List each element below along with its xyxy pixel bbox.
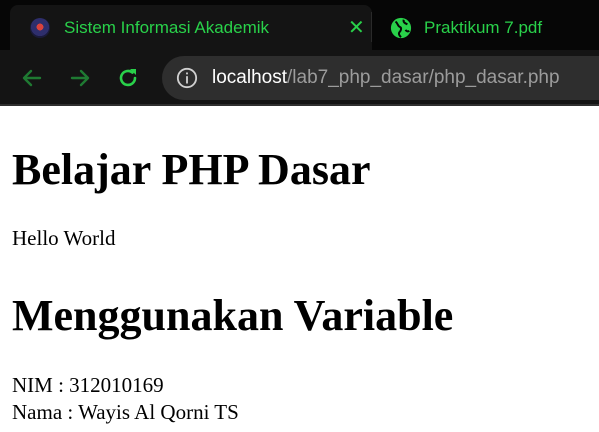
url-host: localhost — [212, 67, 287, 88]
hello-world-text: Hello World — [12, 226, 116, 250]
tab-separator — [371, 12, 372, 42]
tab-title: Sistem Informasi Akademik — [64, 17, 270, 37]
heading-menggunakan-variable: Menggunakan Variable — [12, 291, 454, 340]
arrow-right-icon — [70, 69, 90, 87]
toolbar-divider — [0, 104, 599, 106]
university-logo-icon — [30, 17, 50, 38]
reload-button[interactable] — [116, 66, 140, 90]
browser-toolbar: localhost/lab7_php_dasar/php_dasar.php — [0, 50, 599, 106]
back-button[interactable] — [20, 66, 44, 90]
tab-title: Praktikum 7.pdf — [424, 17, 543, 37]
nim-text: NIM : 312010169 — [12, 373, 164, 397]
tab-sistem-informasi-akademik[interactable]: Sistem Informasi Akademik ✕ — [10, 5, 372, 50]
url-path: /lab7_php_dasar/php_dasar.php — [287, 67, 560, 88]
info-icon[interactable] — [176, 67, 198, 89]
arrow-left-icon — [22, 69, 42, 87]
tab-strip: Sistem Informasi Akademik ✕ Praktikum 7.… — [0, 0, 599, 50]
address-bar[interactable]: localhost/lab7_php_dasar/php_dasar.php — [162, 56, 599, 100]
close-tab-icon[interactable]: ✕ — [348, 17, 365, 37]
browser-chrome: Sistem Informasi Akademik ✕ Praktikum 7.… — [0, 0, 599, 106]
nama-text: Nama : Wayis Al Qorni TS — [12, 400, 239, 424]
reload-icon — [119, 69, 137, 87]
forward-button[interactable] — [68, 66, 92, 90]
heading-belajar-php-dasar: Belajar PHP Dasar — [12, 145, 371, 194]
tab-praktikum-pdf[interactable]: Praktikum 7.pdf — [378, 5, 599, 50]
globe-icon — [390, 17, 412, 38]
url-text[interactable]: localhost/lab7_php_dasar/php_dasar.php — [212, 67, 560, 89]
